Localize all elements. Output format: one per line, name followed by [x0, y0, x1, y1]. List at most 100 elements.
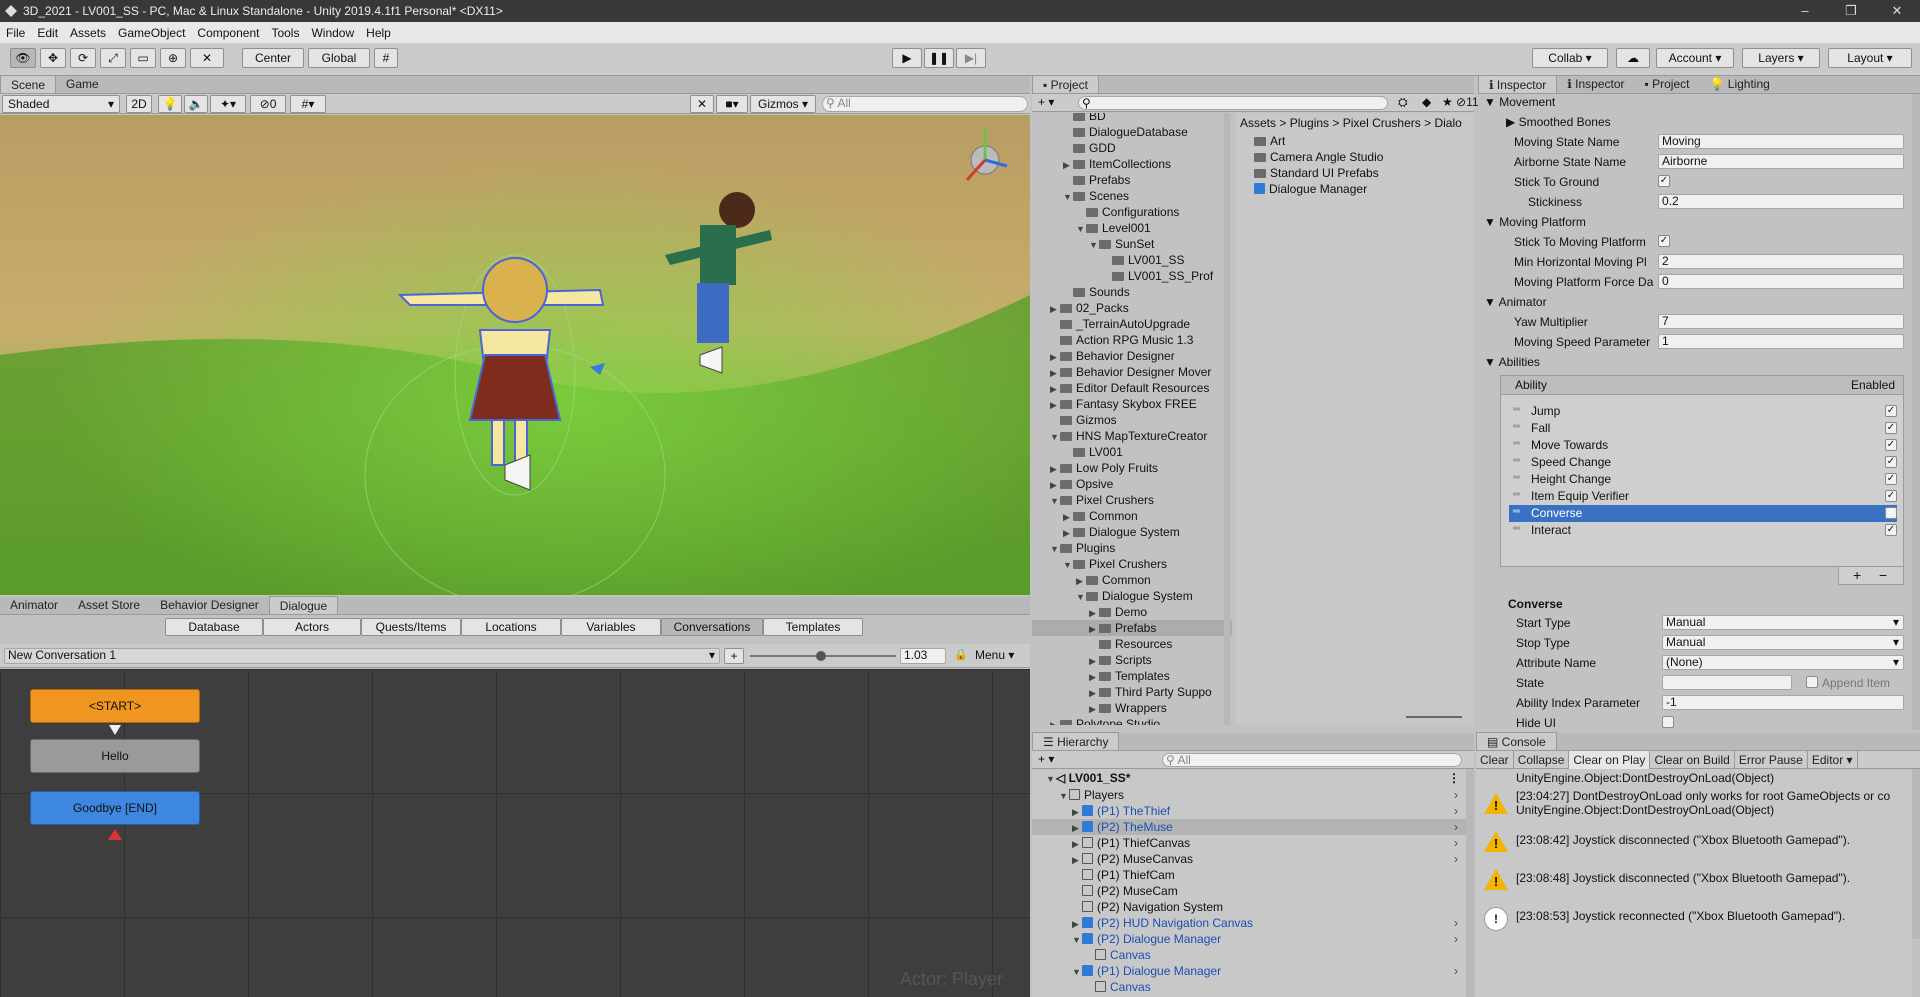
gizmos-dropdown[interactable]: Gizmos ▾	[750, 95, 816, 113]
node-start[interactable]: <START>	[30, 689, 200, 723]
menu-component[interactable]: Component	[191, 26, 265, 40]
expand-arrow-icon[interactable]: ▶	[1050, 461, 1060, 476]
menu-tools[interactable]: Tools	[265, 26, 305, 40]
tab-project-2[interactable]: ▪ Project	[1635, 75, 1700, 93]
expand-arrow-icon[interactable]: ▼	[1046, 771, 1056, 786]
moving-speed-parameter-input[interactable]: 1	[1658, 334, 1904, 349]
drag-handle-icon[interactable]: ═	[1513, 404, 1520, 415]
stickiness-input[interactable]: 0.2	[1658, 194, 1904, 209]
camera-icon[interactable]: ■▾	[716, 95, 748, 113]
pause-icon[interactable]: ❚❚	[924, 48, 954, 68]
stick-to-ground-checkbox[interactable]: ✓	[1658, 175, 1670, 187]
zoom-input[interactable]: 1.03	[900, 648, 946, 664]
asset-item[interactable]: Standard UI Prefabs	[1254, 165, 1379, 181]
lock-icon[interactable]: 🔒	[954, 648, 968, 661]
rect-tool-icon[interactable]: ▭	[130, 48, 156, 68]
drag-handle-icon[interactable]: ═	[1513, 438, 1520, 449]
smoothed-bones-foldout[interactable]: ▶ Smoothed Bones	[1506, 115, 1611, 129]
project-tree-item[interactable]: Prefabs	[1032, 172, 1232, 188]
subtab-variables[interactable]: Variables	[561, 618, 661, 636]
subtab-database[interactable]: Database	[165, 618, 263, 636]
section-animator[interactable]: ▼ Animator	[1484, 295, 1547, 309]
shading-dropdown[interactable]: Shaded ▾	[2, 95, 120, 113]
filter-type-icon[interactable]: ⛭	[1398, 95, 1408, 110]
node-goodbye-end[interactable]: Goodbye [END]	[30, 791, 200, 825]
tab-game[interactable]: Game	[56, 75, 109, 93]
transform-tool-icon[interactable]: ⊕	[160, 48, 186, 68]
drag-handle-icon[interactable]: ═	[1513, 455, 1520, 466]
tab-behavior-designer[interactable]: Behavior Designer	[150, 596, 269, 614]
breadcrumb-plugins[interactable]: Plugins	[1290, 116, 1329, 130]
filter-label-icon[interactable]: ◆	[1422, 95, 1431, 109]
chevron-right-icon[interactable]: ›	[1454, 803, 1458, 819]
section-abilities[interactable]: ▼ Abilities	[1484, 355, 1540, 369]
expand-arrow-icon[interactable]: ▶	[1072, 820, 1082, 835]
step-icon[interactable]: ▶|	[956, 48, 986, 68]
expand-arrow-icon[interactable]: ▼	[1076, 589, 1086, 604]
menu-help[interactable]: Help	[360, 26, 397, 40]
tab-project[interactable]: ▪ Project	[1032, 75, 1099, 93]
ability-index-parameter-input[interactable]: -1	[1662, 695, 1904, 710]
drag-handle-icon[interactable]: ═	[1513, 472, 1520, 483]
tree-scrollbar[interactable]	[1224, 113, 1230, 725]
state-input[interactable]	[1662, 675, 1792, 690]
project-tree-item[interactable]: ▶ 02_Packs	[1032, 300, 1232, 316]
project-tree-item[interactable]: DialogueDatabase	[1032, 124, 1232, 140]
project-tree-item[interactable]: ▼ Scenes	[1032, 188, 1232, 204]
global-space-button[interactable]: Global	[308, 48, 370, 68]
start-type-dropdown[interactable]: Manual ▾	[1662, 615, 1904, 630]
stick-to-moving-platform-checkbox[interactable]: ✓	[1658, 235, 1670, 247]
collapse-button[interactable]: Collapse	[1514, 751, 1570, 769]
effects-toggle-icon[interactable]: ✦▾	[210, 95, 246, 113]
hierarchy-item[interactable]: Canvas	[1032, 979, 1466, 995]
project-tree-item[interactable]: ▶ Dialogue System	[1032, 524, 1232, 540]
expand-arrow-icon[interactable]: ▼	[1050, 541, 1060, 556]
chevron-right-icon[interactable]: ›	[1454, 819, 1458, 835]
drag-handle-icon[interactable]: ═	[1513, 523, 1520, 534]
expand-arrow-icon[interactable]: ▼	[1059, 788, 1069, 803]
chevron-right-icon[interactable]: ›	[1454, 835, 1458, 851]
expand-arrow-icon[interactable]: ▶	[1089, 621, 1099, 636]
chevron-right-icon[interactable]: ›	[1454, 915, 1458, 931]
subtab-locations[interactable]: Locations	[461, 618, 561, 636]
hidden-packages-toggle[interactable]: ⊘11	[1456, 95, 1479, 109]
hierarchy-item[interactable]: ▶ (P2) HUD Navigation Canvas ›	[1032, 915, 1466, 931]
expand-arrow-icon[interactable]: ▶	[1089, 701, 1099, 716]
subtab-templates[interactable]: Templates	[763, 618, 863, 636]
scale-tool-icon[interactable]: ⤢	[100, 48, 126, 68]
expand-arrow-icon[interactable]: ▼	[1050, 493, 1060, 508]
maximize-icon[interactable]: ❐	[1828, 0, 1874, 22]
project-tree-item[interactable]: ▼ SunSet	[1032, 236, 1232, 252]
menu-gameobject[interactable]: GameObject	[112, 26, 191, 40]
ability-row[interactable]: ═ Move Towards ✓	[1509, 437, 1897, 454]
project-tree-item[interactable]: ▶ Demo	[1032, 604, 1232, 620]
expand-arrow-icon[interactable]: ▼	[1072, 964, 1082, 979]
project-tree-item[interactable]: ▶ Fantasy Skybox FREE	[1032, 396, 1232, 412]
subtab-quests-items[interactable]: Quests/Items	[361, 618, 461, 636]
expand-arrow-icon[interactable]: ▶	[1072, 916, 1082, 931]
chevron-right-icon[interactable]: ›	[1454, 963, 1458, 979]
log-text[interactable]: [23:08:53] Joystick reconnected ("Xbox B…	[1516, 909, 1912, 923]
audio-toggle-icon[interactable]: 🔈	[184, 95, 208, 113]
drag-handle-icon[interactable]: ═	[1513, 489, 1520, 500]
favorite-icon[interactable]: ★	[1442, 95, 1453, 109]
editor-dropdown[interactable]: Editor ▾	[1808, 751, 1858, 769]
project-search-input[interactable]: ⚲	[1078, 96, 1388, 110]
append-item-checkbox[interactable]	[1806, 676, 1818, 688]
view-tool-icon[interactable]: 👁	[10, 48, 36, 68]
expand-arrow-icon[interactable]: ▶	[1089, 669, 1099, 684]
subtab-actors[interactable]: Actors	[263, 618, 361, 636]
project-tree-item[interactable]: GDD	[1032, 140, 1232, 156]
ability-enabled-checkbox[interactable]: ✓	[1885, 524, 1897, 536]
lighting-toggle-icon[interactable]: 💡	[158, 95, 182, 113]
expand-arrow-icon[interactable]: ▶	[1072, 804, 1082, 819]
project-tree-item[interactable]: ▼ Plugins	[1032, 540, 1232, 556]
ability-row[interactable]: ═ Converse ✓	[1509, 505, 1897, 522]
chevron-right-icon[interactable]: ›	[1454, 931, 1458, 947]
tab-inspector[interactable]: ℹ Inspector	[1478, 75, 1558, 93]
more-options-icon[interactable]: ⋮	[1448, 770, 1460, 786]
asset-item[interactable]: Dialogue Manager	[1254, 181, 1367, 197]
expand-arrow-icon[interactable]: ▶	[1063, 509, 1073, 524]
project-tree-item[interactable]: ▶ Editor Default Resources	[1032, 380, 1232, 396]
menu-window[interactable]: Window	[305, 26, 360, 40]
